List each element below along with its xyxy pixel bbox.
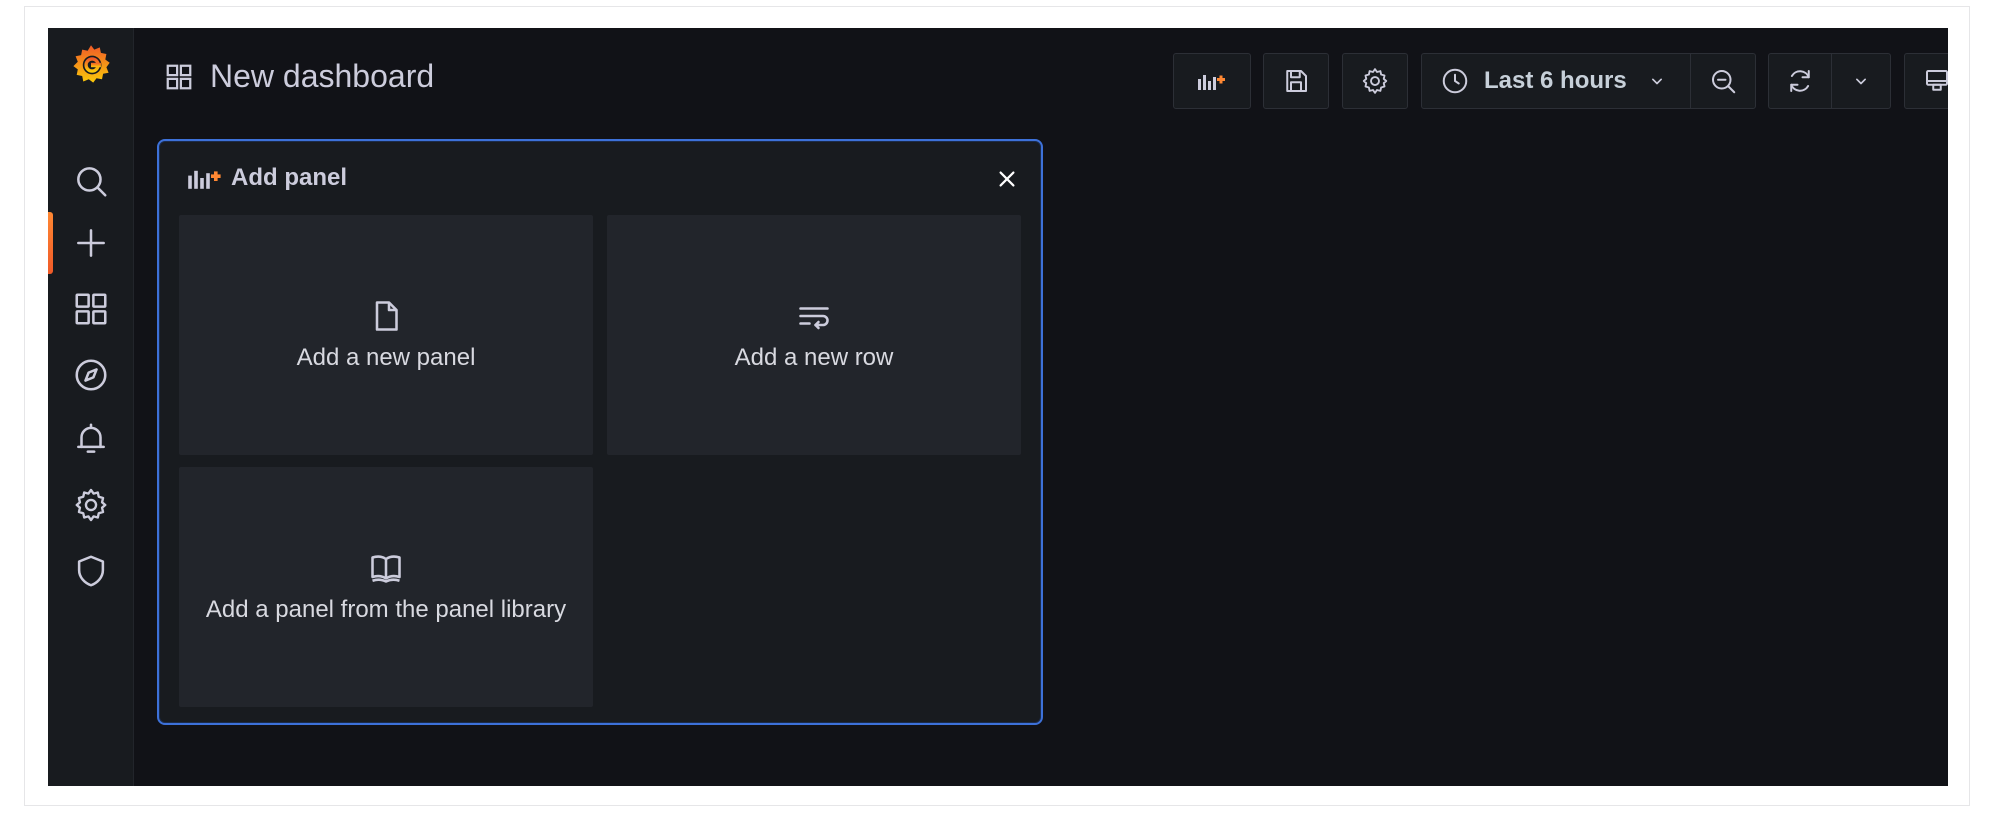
clock-icon [1442, 68, 1468, 94]
add-panel-icon [188, 170, 221, 189]
close-icon [999, 171, 1015, 187]
refresh-interval-dropdown[interactable] [1831, 53, 1891, 109]
zoom-out-icon [1712, 70, 1736, 94]
card-label: Add a new panel [296, 344, 476, 371]
apps-grid-icon [166, 64, 192, 89]
save-dashboard-button[interactable] [1263, 53, 1329, 109]
book-icon [371, 555, 401, 583]
page-title[interactable]: New dashboard [210, 58, 434, 95]
sidebar-item-alerting[interactable] [48, 408, 134, 470]
sidebar-item-server-admin[interactable] [48, 540, 134, 602]
time-picker-button[interactable]: Last 6 hours [1421, 53, 1691, 109]
tv-mode-button[interactable] [1904, 53, 1948, 109]
add-library-panel-card[interactable]: Add a panel from the panel library [179, 467, 593, 707]
sidebar-item-search[interactable] [48, 150, 134, 212]
dashboard-header: New dashboard Last 6 hours [134, 28, 1948, 132]
add-panel-icon [1198, 75, 1225, 90]
page-title-wrap: New dashboard [164, 58, 434, 95]
time-range-label: Last 6 hours [1484, 67, 1627, 94]
close-button[interactable] [991, 163, 1023, 195]
grafana-logo-icon[interactable] [66, 40, 116, 90]
gear-icon [1362, 68, 1388, 94]
add-new-row-card[interactable]: Add a new row [607, 215, 1021, 455]
card-label: Add a panel from the panel library [205, 596, 567, 623]
sidebar-item-configuration[interactable] [48, 474, 134, 536]
refresh-button[interactable] [1768, 53, 1832, 109]
file-icon [375, 301, 398, 331]
grafana-app: New dashboard Last 6 hours Add panel Add… [48, 28, 1948, 786]
apps-grid-icon [75, 293, 107, 325]
gear-icon [75, 488, 107, 522]
row-wrap-icon [799, 307, 829, 330]
chevron-down-icon [1651, 78, 1662, 85]
zoom-out-button[interactable] [1690, 53, 1756, 109]
dashboard-settings-button[interactable] [1342, 53, 1408, 109]
search-icon [77, 167, 107, 197]
add-panel-title: Add panel [231, 164, 348, 191]
add-panel-widget: Add panel Add a new panel Add a new row [157, 139, 1043, 725]
sidebar-item-explore[interactable] [48, 344, 134, 406]
add-panel-header[interactable]: Add panel [187, 163, 347, 193]
shield-icon [77, 555, 105, 587]
bell-icon [77, 423, 105, 453]
save-icon [1286, 70, 1307, 92]
plus-icon [77, 229, 105, 257]
sidebar [48, 28, 134, 786]
compass-icon [75, 359, 107, 391]
chevron-down-icon [1856, 78, 1866, 85]
card-label: Add a new row [734, 344, 894, 371]
add-panel-button[interactable] [1173, 53, 1251, 109]
sidebar-item-create[interactable] [48, 212, 134, 274]
monitor-icon [1926, 70, 1948, 91]
add-new-panel-card[interactable]: Add a new panel [179, 215, 593, 455]
refresh-icon [1790, 70, 1810, 92]
sidebar-item-dashboards[interactable] [48, 278, 134, 340]
